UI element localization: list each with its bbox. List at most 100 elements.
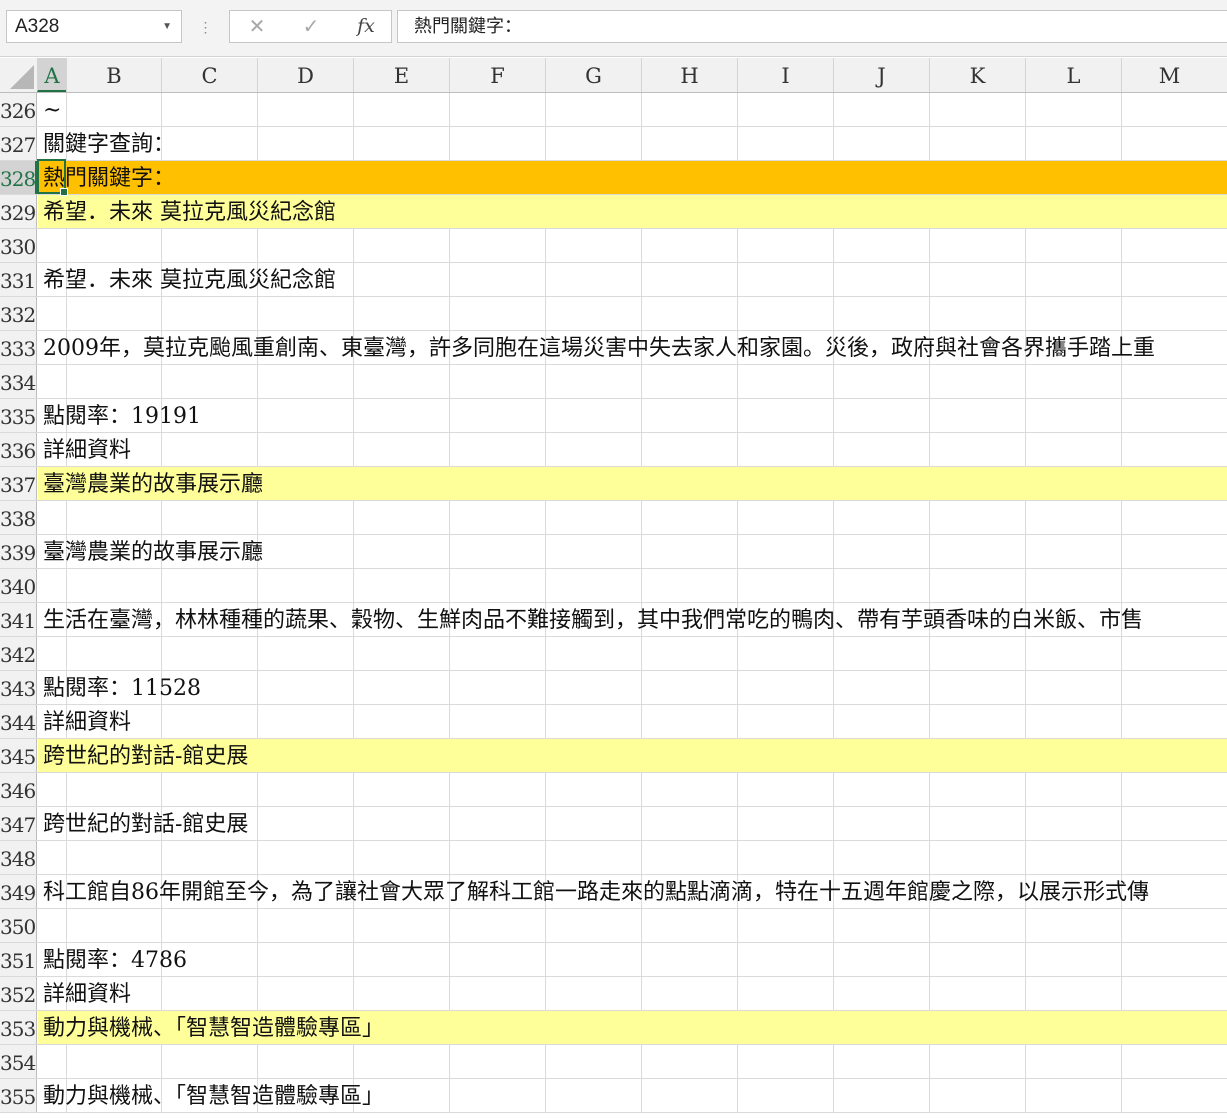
grid-line [1025, 807, 1026, 840]
column-header-g[interactable]: G [545, 58, 641, 92]
grid-line [929, 569, 930, 602]
row-header[interactable]: 342 [0, 637, 37, 670]
cell-a353[interactable]: 動力與機械、「智慧智造體驗專區」 [43, 1011, 384, 1044]
column-header-j[interactable]: J [833, 58, 929, 92]
row-header[interactable]: 336 [0, 433, 37, 466]
column-header-m[interactable]: M [1121, 58, 1217, 92]
row-header[interactable]: 329 [0, 195, 37, 228]
grid-line [641, 501, 642, 534]
row-header[interactable]: 326 [0, 93, 37, 126]
row-header[interactable]: 328 [0, 161, 37, 194]
grid-line [545, 161, 546, 194]
column-header-b[interactable]: B [66, 58, 161, 92]
cell-a337[interactable]: 臺灣農業的故事展示廳 [43, 467, 263, 500]
formula-input[interactable]: 熱門關鍵字： [397, 10, 1227, 43]
more-options-icon[interactable]: ⋮ [198, 14, 213, 40]
cell-a347[interactable]: 跨世紀的對話-館史展 [43, 807, 248, 840]
row-header[interactable]: 330 [0, 229, 37, 262]
grid-line [641, 909, 642, 942]
row-header[interactable]: 341 [0, 603, 37, 636]
cell-a339[interactable]: 臺灣農業的故事展示廳 [43, 535, 263, 568]
row-header[interactable]: 333 [0, 331, 37, 364]
cell-a343[interactable]: 點閱率：11528 [43, 671, 201, 704]
table-row: 344 詳細資料 [0, 705, 1227, 739]
column-header-e[interactable]: E [353, 58, 449, 92]
enter-icon[interactable]: ✓ [298, 11, 324, 42]
column-header-c[interactable]: C [161, 58, 257, 92]
insert-function-icon[interactable]: fx [350, 11, 382, 42]
table-row: 346 [0, 773, 1227, 807]
grid-line [641, 127, 642, 160]
cell-a326[interactable]: ~ [43, 93, 61, 126]
cancel-icon[interactable]: ✕ [244, 11, 270, 42]
cell-a335[interactable]: 點閱率：19191 [43, 399, 201, 432]
cell-a331[interactable]: 希望．未來 莫拉克風災紀念館 [43, 263, 336, 296]
grid-line [353, 195, 354, 228]
grid-line [257, 671, 258, 704]
grid-line [257, 977, 258, 1010]
row-header[interactable]: 354 [0, 1045, 37, 1078]
cell-a345[interactable]: 跨世紀的對話-館史展 [43, 739, 248, 772]
cell-a352[interactable]: 詳細資料 [43, 977, 131, 1010]
grid-line [1025, 977, 1026, 1010]
cell-a327[interactable]: 關鍵字查詢： [43, 127, 175, 160]
row-header[interactable]: 355 [0, 1079, 37, 1112]
grid-line [449, 977, 450, 1010]
row-header[interactable]: 331 [0, 263, 37, 296]
row-header[interactable]: 347 [0, 807, 37, 840]
row-header[interactable]: 332 [0, 297, 37, 330]
column-header-f[interactable]: F [449, 58, 545, 92]
grid-line [257, 365, 258, 398]
sheet-grid[interactable]: 326 ~327 關鍵字查詢： 328 熱門關鍵字： 329 希望．未來 莫拉克風災紀念館 3… [0, 93, 1227, 1118]
grid-line [1121, 127, 1122, 160]
cell-a355[interactable]: 動力與機械、「智慧智造體驗專區」 [43, 1079, 384, 1112]
grid-line [833, 977, 834, 1010]
row-header[interactable]: 343 [0, 671, 37, 704]
row-header[interactable]: 346 [0, 773, 37, 806]
row-header[interactable]: 340 [0, 569, 37, 602]
row-header[interactable]: 350 [0, 909, 37, 942]
grid-line [1025, 637, 1026, 670]
column-header-a[interactable]: A [37, 58, 66, 92]
cell-a329[interactable]: 希望．未來 莫拉克風災紀念館 [43, 195, 336, 228]
grid-line [737, 467, 738, 500]
name-box[interactable]: A328 ▼ [6, 10, 182, 43]
grid-line [257, 807, 258, 840]
row-fill [38, 161, 1227, 194]
row-header[interactable]: 345 [0, 739, 37, 772]
cell-a328[interactable]: 熱門關鍵字： [43, 161, 175, 194]
row-header[interactable]: 348 [0, 841, 37, 874]
column-header-h[interactable]: H [641, 58, 737, 92]
row-header[interactable]: 344 [0, 705, 37, 738]
cell-a351[interactable]: 點閱率：4786 [43, 943, 187, 976]
cell-a349[interactable]: 科工館自86年開館至今，為了讓社會大眾了解科工館一路走來的點點滴滴，特在十五週年… [43, 875, 1149, 908]
cell-a336[interactable]: 詳細資料 [43, 433, 131, 466]
row-header[interactable]: 337 [0, 467, 37, 500]
cell-a344[interactable]: 詳細資料 [43, 705, 131, 738]
column-header-k[interactable]: K [929, 58, 1025, 92]
row-header[interactable]: 338 [0, 501, 37, 534]
row-header[interactable]: 327 [0, 127, 37, 160]
column-header-i[interactable]: I [737, 58, 833, 92]
row-header[interactable]: 339 [0, 535, 37, 568]
grid-line [257, 501, 258, 534]
column-header-l[interactable]: L [1025, 58, 1121, 92]
grid-line [161, 297, 162, 330]
grid-line [353, 637, 354, 670]
chevron-down-icon[interactable]: ▼ [162, 11, 172, 42]
grid-line [737, 977, 738, 1010]
row-header[interactable]: 349 [0, 875, 37, 908]
row-header[interactable]: 351 [0, 943, 37, 976]
row-header[interactable]: 335 [0, 399, 37, 432]
grid-line [1121, 671, 1122, 704]
row-header[interactable]: 353 [0, 1011, 37, 1044]
select-all-button[interactable] [0, 58, 37, 92]
grid-line [353, 263, 354, 296]
cell-a333[interactable]: 2009年，莫拉克颱風重創南、東臺灣，許多同胞在這場災害中失去家人和家園。災後，… [43, 331, 1155, 364]
grid-line [1025, 433, 1026, 466]
row-header[interactable]: 334 [0, 365, 37, 398]
grid-line [833, 1011, 834, 1044]
column-header-d[interactable]: D [257, 58, 353, 92]
row-header[interactable]: 352 [0, 977, 37, 1010]
cell-a341[interactable]: 生活在臺灣，林林種種的蔬果、穀物、生鮮肉品不難接觸到，其中我們常吃的鴨肉、帶有芋… [43, 603, 1143, 636]
